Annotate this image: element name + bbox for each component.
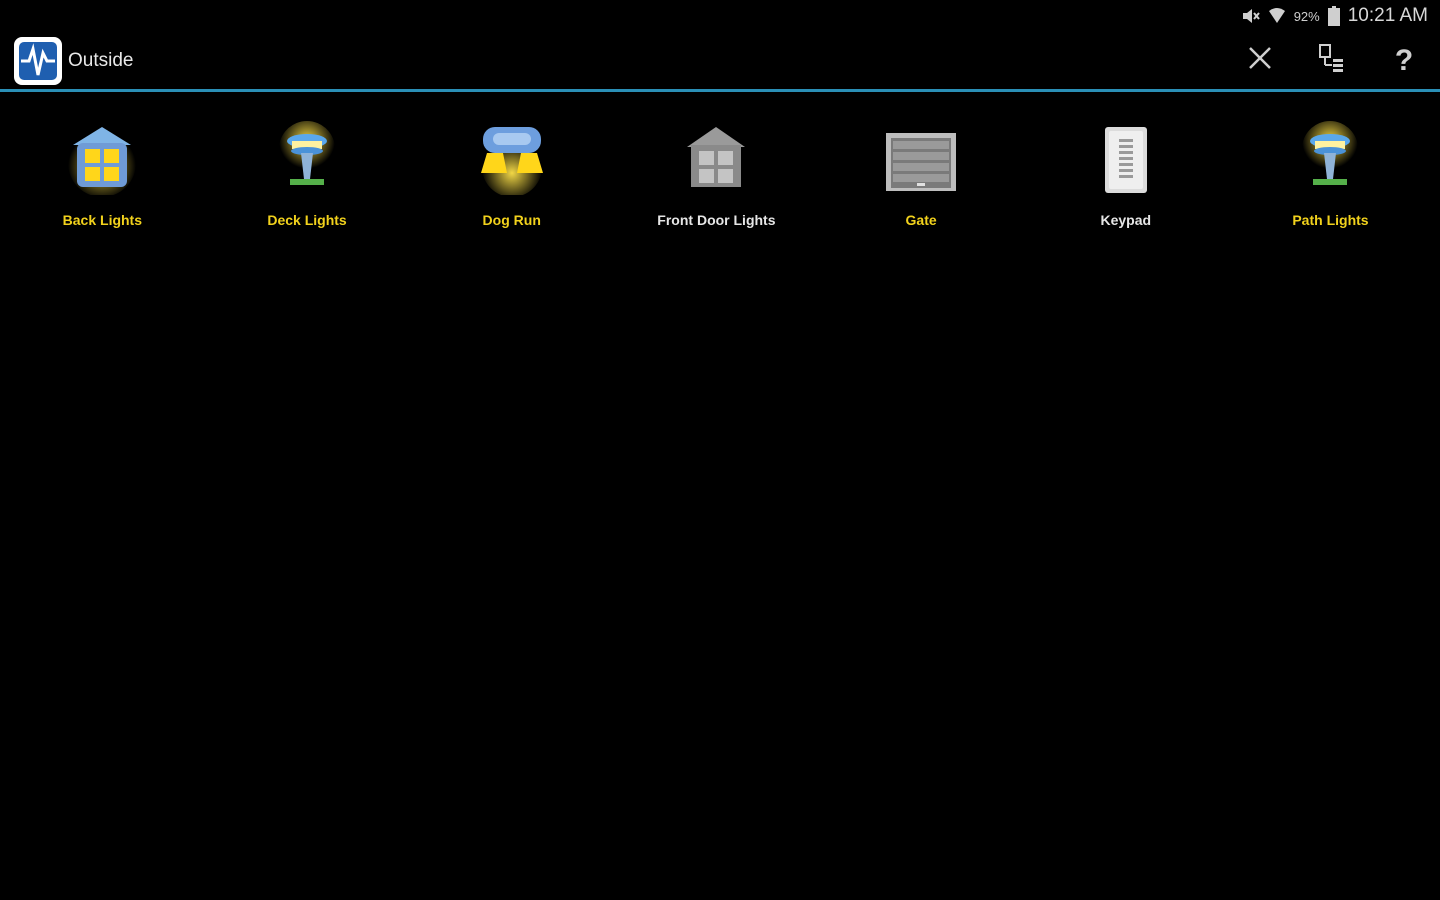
floodlight-icon <box>472 118 552 198</box>
device-label: Deck Lights <box>267 212 347 228</box>
action-bar-divider <box>0 89 1440 92</box>
device-list-icon <box>1318 43 1346 78</box>
device-label: Gate <box>905 212 937 228</box>
device-tile-front-door-lights[interactable]: Front Door Lights <box>614 118 819 228</box>
lamp-post-icon <box>267 118 347 198</box>
mute-icon <box>1242 8 1260 24</box>
battery-icon <box>1327 6 1340 26</box>
device-tile-dog-run[interactable]: Dog Run <box>409 118 614 228</box>
device-tile-gate[interactable]: Gate <box>819 118 1024 228</box>
action-bar: Outside ? <box>0 32 1440 89</box>
battery-percent: 92% <box>1293 8 1320 24</box>
device-label: Dog Run <box>482 212 541 228</box>
wifi-icon <box>1268 7 1286 25</box>
device-list-button[interactable] <box>1296 32 1368 89</box>
keypad-icon <box>1086 118 1166 198</box>
close-icon <box>1247 45 1273 76</box>
device-label: Back Lights <box>62 212 143 228</box>
device-grid: Back Lights Deck Lights Dog Run Front Do… <box>0 118 1440 228</box>
close-button[interactable] <box>1224 32 1296 89</box>
page-title: Outside <box>68 49 134 71</box>
device-tile-path-lights[interactable]: Path Lights <box>1228 118 1433 228</box>
app-logo-icon[interactable] <box>14 36 62 85</box>
garage-gate-icon <box>881 118 961 198</box>
device-label: Path Lights <box>1292 212 1369 228</box>
help-button[interactable]: ? <box>1368 32 1440 89</box>
house-light-icon <box>62 118 142 198</box>
house-light-icon <box>676 118 756 198</box>
help-icon: ? <box>1394 43 1414 77</box>
device-tile-deck-lights[interactable]: Deck Lights <box>205 118 410 228</box>
lamp-post-icon <box>1290 118 1370 198</box>
device-tile-back-lights[interactable]: Back Lights <box>0 118 205 228</box>
status-bar: 92% 10:21 AM <box>0 0 1440 32</box>
device-label: Keypad <box>1100 212 1152 228</box>
device-tile-keypad[interactable]: Keypad <box>1023 118 1228 228</box>
clock: 10:21 AM <box>1347 5 1428 26</box>
device-label: Front Door Lights <box>657 212 776 228</box>
